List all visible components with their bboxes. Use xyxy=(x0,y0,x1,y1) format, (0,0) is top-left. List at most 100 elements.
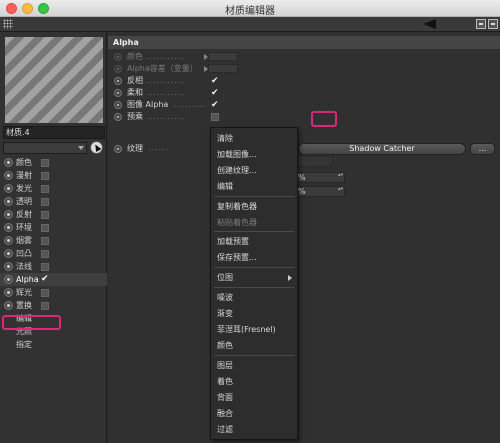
channel-item-7[interactable]: 凹凸 xyxy=(0,247,107,260)
sidebar-item-extra[interactable]: 光照 xyxy=(0,325,107,338)
menu-item-13[interactable]: 图层 xyxy=(217,360,233,371)
menu-item-3[interactable]: 编辑 xyxy=(217,181,233,192)
channel-item-8[interactable]: 法线 xyxy=(0,260,107,273)
channel-radio[interactable] xyxy=(4,197,13,206)
property-checkbox[interactable]: ✔ xyxy=(211,101,219,110)
percent-field-2[interactable]: % xyxy=(293,186,345,197)
property-radio[interactable] xyxy=(114,77,122,85)
channel-radio[interactable] xyxy=(4,171,13,180)
material-name-field[interactable]: 材质.4 xyxy=(3,126,105,139)
channel-checkbox[interactable] xyxy=(41,224,49,232)
channel-item-6[interactable]: 烟雾 xyxy=(0,234,107,247)
menu-item-12[interactable]: 颜色 xyxy=(217,340,233,351)
channel-checkbox[interactable] xyxy=(41,263,49,271)
menu-item-2[interactable]: 创建纹理... xyxy=(217,165,257,176)
channel-item-4[interactable]: 反射 xyxy=(0,208,107,221)
shader-button[interactable]: Shadow Catcher xyxy=(298,143,466,155)
more-button[interactable]: ... xyxy=(470,143,495,155)
channel-checkbox[interactable] xyxy=(41,159,49,167)
channel-radio[interactable] xyxy=(4,158,13,167)
channel-radio[interactable] xyxy=(4,236,13,245)
menu-item-4[interactable]: 复制着色器 xyxy=(217,201,257,212)
channel-radio[interactable] xyxy=(4,223,13,232)
texture-dots: ...... xyxy=(148,143,170,152)
menu-item-16[interactable]: 融合 xyxy=(217,408,233,419)
channel-checkbox[interactable]: ✔ xyxy=(41,273,49,284)
channel-radio[interactable] xyxy=(4,184,13,193)
channel-item-3[interactable]: 透明 xyxy=(0,195,107,208)
channel-checkbox[interactable] xyxy=(41,250,49,258)
channel-label: 反射 xyxy=(16,210,32,219)
new-window-icon[interactable] xyxy=(476,19,486,29)
sidebar-item-extra[interactable]: 编辑 xyxy=(0,312,107,325)
channel-label: Alpha xyxy=(16,275,39,284)
channel-label: 烟雾 xyxy=(16,236,32,245)
property-checkbox[interactable]: ✔ xyxy=(211,89,219,98)
toolbar xyxy=(0,17,500,32)
channel-checkbox[interactable] xyxy=(41,211,49,219)
channel-item-1[interactable]: 漫射 xyxy=(0,169,107,182)
property-dots: ................ xyxy=(146,76,186,85)
menu-item-10[interactable]: 渐变 xyxy=(217,308,233,319)
property-field xyxy=(204,64,238,73)
property-row: 预乘................ xyxy=(108,111,500,123)
channel-radio[interactable] xyxy=(4,249,13,258)
eyedropper-icon[interactable] xyxy=(90,141,103,154)
sidebar-item-extra[interactable]: 指定 xyxy=(0,338,107,351)
menu-item-5: 粘贴着色器 xyxy=(217,218,257,227)
material-dropdown[interactable] xyxy=(3,142,87,154)
menu-item-17[interactable]: 过滤 xyxy=(217,424,233,435)
channel-label: 颜色 xyxy=(16,158,32,167)
property-label: 预乘 xyxy=(127,112,143,121)
menu-item-11[interactable]: 菲涅耳(Fresnel) xyxy=(217,324,276,335)
menu-item-15[interactable]: 背面 xyxy=(217,392,233,403)
window-title: 材质编辑器 xyxy=(225,6,275,17)
channel-item-9[interactable]: Alpha ✔ xyxy=(0,273,107,286)
channel-item-11[interactable]: 置换 xyxy=(0,299,107,312)
channel-radio[interactable] xyxy=(4,262,13,271)
property-checkbox[interactable]: ✔ xyxy=(211,77,219,86)
channel-checkbox[interactable] xyxy=(41,198,49,206)
channel-list: 颜色 漫射 发光 透明 反射 环境 烟雾 凹凸 法线 Alpha ✔ 辉光 置换 编辑 光照 指定 xyxy=(0,156,107,351)
grid-menu-icon[interactable] xyxy=(3,19,13,29)
channel-item-10[interactable]: 辉光 xyxy=(0,286,107,299)
property-row: 柔和................ ✔ xyxy=(108,87,500,99)
back-arrow-icon[interactable] xyxy=(423,19,436,29)
channel-checkbox[interactable] xyxy=(41,289,49,297)
channel-item-0[interactable]: 颜色 xyxy=(0,156,107,169)
disabled-field xyxy=(293,156,333,167)
property-checkbox[interactable] xyxy=(211,113,219,121)
channel-radio[interactable] xyxy=(4,288,13,297)
lock-window-icon[interactable] xyxy=(488,19,498,29)
property-row: 图像 Alpha......... ✔ xyxy=(108,99,500,111)
channel-checkbox[interactable] xyxy=(41,185,49,193)
channel-radio[interactable] xyxy=(4,275,13,284)
texture-radio[interactable] xyxy=(114,145,122,153)
channel-radio[interactable] xyxy=(4,210,13,219)
percent-field-1[interactable]: % xyxy=(293,172,345,183)
property-label: 反相 xyxy=(127,76,143,85)
channel-checkbox[interactable] xyxy=(41,172,49,180)
channel-item-2[interactable]: 发光 xyxy=(0,182,107,195)
channel-item-5[interactable]: 环境 xyxy=(0,221,107,234)
channel-sidebar: 材质.4 颜色 漫射 发光 透明 反射 环境 烟雾 凹凸 法线 Alpha ✔ 辉光 置换 编辑 光照 指定 xyxy=(0,32,107,443)
property-radio[interactable] xyxy=(114,89,122,97)
channel-radio[interactable] xyxy=(4,301,13,310)
channel-label: 凹凸 xyxy=(16,249,32,258)
menu-item-9[interactable]: 噪波 xyxy=(217,292,233,303)
property-radio[interactable] xyxy=(114,113,122,121)
channel-checkbox[interactable] xyxy=(41,237,49,245)
menu-item-1[interactable]: 加载图像... xyxy=(217,149,257,160)
property-radio[interactable] xyxy=(114,65,122,73)
menu-item-6[interactable]: 加载预置 xyxy=(217,236,249,247)
property-radio[interactable] xyxy=(114,53,122,61)
menu-item-8[interactable]: 位图 xyxy=(217,272,233,283)
property-dots: ................ xyxy=(146,88,186,97)
material-preview[interactable] xyxy=(5,37,103,123)
property-radio[interactable] xyxy=(114,101,122,109)
menu-item-14[interactable]: 着色 xyxy=(217,376,233,387)
channel-checkbox[interactable] xyxy=(41,302,49,310)
menu-item-7[interactable]: 保存预置... xyxy=(217,252,257,263)
channel-label: 置换 xyxy=(16,301,32,310)
menu-item-0[interactable]: 清除 xyxy=(217,133,233,144)
